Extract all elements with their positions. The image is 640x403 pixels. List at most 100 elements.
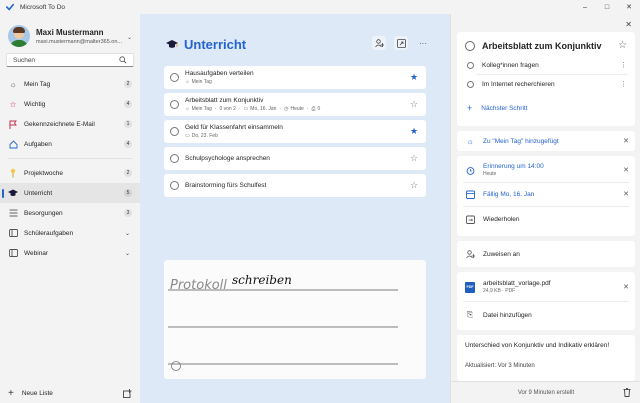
count-badge: 1 — [124, 120, 132, 128]
attachment-icon: ⎙ — [311, 106, 316, 112]
sidebar-item-mein-tag[interactable]: ☼ Mein Tag 2 — [0, 74, 140, 94]
chevron-down-icon[interactable]: ⌄ — [127, 34, 132, 41]
sidebar-item-aufgaben[interactable]: Aufgaben 4 — [0, 134, 140, 154]
plus-icon: + — [467, 103, 473, 113]
avatar — [8, 25, 30, 47]
sun-icon: ☼ — [466, 136, 474, 146]
sidebar-group-webinar[interactable]: Webinar ⌄ — [0, 243, 140, 263]
trash-icon[interactable] — [623, 388, 631, 397]
importance-star-icon[interactable]: ☆ — [618, 40, 627, 51]
complete-checkbox[interactable] — [170, 100, 179, 109]
alarm-clock-icon — [465, 165, 475, 175]
step-checkbox[interactable] — [467, 61, 474, 69]
step-item[interactable]: Kolleg*innen fragen ⋮ — [465, 57, 627, 73]
repeat-icon — [465, 214, 475, 224]
count-badge: 3 — [124, 209, 132, 217]
remove-icon[interactable]: ✕ — [623, 190, 629, 198]
close-icon[interactable]: ✕ — [625, 20, 632, 29]
sidebar-divider — [8, 158, 132, 159]
task-details-card: Arbeitsblatt zum Konjunktiv ☆ Kolleg*inn… — [457, 32, 635, 126]
importance-star-icon[interactable]: ☆ — [408, 99, 420, 110]
list-title[interactable]: Unterricht — [184, 37, 246, 52]
task-row[interactable]: Geld für Klassenfahrt einsammeln ▭ Do, 23… — [164, 120, 426, 143]
sidebar-item-wichtig[interactable]: ☆ Wichtig 4 — [0, 94, 140, 114]
app-title: Microsoft To Do — [20, 3, 66, 11]
share-list-button[interactable] — [372, 36, 386, 50]
detail-title[interactable]: Arbeitsblatt zum Konjunktiv — [482, 41, 618, 51]
notes-canvas[interactable]: Protokoll schreiben — [164, 260, 426, 379]
note-card[interactable]: Unterschied von Konjunktiv und Indikativ… — [457, 335, 635, 381]
count-badge: 2 — [124, 169, 132, 177]
pdf-file-icon: PDF — [465, 281, 475, 293]
updated-text: Aktualisiert: Vor 3 Minuten — [465, 363, 535, 369]
complete-checkbox[interactable] — [465, 40, 475, 51]
main-panel: Unterricht ··· Hausaufgaben verteilen ☼ M… — [140, 14, 450, 403]
profile-email: maxi.mustermann@malter365.on... — [36, 38, 122, 45]
expand-icon — [396, 38, 406, 48]
chevron-down-icon[interactable]: ⌄ — [125, 250, 130, 257]
my-day-card[interactable]: ☼ Zu "Mein Tag" hinzugefügt ✕ — [457, 131, 635, 151]
task-row[interactable]: Hausaufgaben verteilen ☼ Mein Tag ★ — [164, 66, 426, 89]
more-vertical-icon[interactable]: ⋮ — [620, 80, 627, 88]
reminder-row[interactable]: Erinnerung um 14:00 Heute ✕ — [465, 161, 629, 179]
chevron-down-icon[interactable]: ⌄ — [125, 230, 130, 237]
sun-icon: ☼ — [185, 106, 190, 112]
new-list-button[interactable]: + Neue Liste — [8, 386, 132, 400]
task-row-selected[interactable]: Arbeitsblatt zum Konjunktiv ☼ Mein Tag · 0… — [164, 93, 426, 116]
sidebar-group-schueleraufgaben[interactable]: Schüleraufgaben ⌄ — [0, 223, 140, 243]
profile[interactable]: Maxi Mustermann maxi.mustermann@malter36… — [8, 20, 132, 52]
group-icon — [8, 248, 18, 258]
complete-checkbox[interactable] — [170, 127, 179, 136]
todo-logo-icon — [6, 3, 14, 11]
sidebar-item-gekennzeichnete-email[interactable]: Gekennzeichnete E-Mail 1 — [0, 114, 140, 134]
step-item[interactable]: Im Internet recherchieren ⋮ — [465, 76, 627, 92]
search-icon[interactable] — [119, 56, 127, 64]
handwriting-canvas[interactable]: Protokoll schreiben — [164, 260, 426, 379]
repeat-row[interactable]: Wiederholen — [465, 212, 629, 226]
close-window-button[interactable]: ✕ — [618, 0, 640, 14]
importance-star-icon[interactable]: ☆ — [408, 180, 420, 191]
assign-card[interactable]: Zuweisen an — [457, 241, 635, 267]
task-row[interactable]: Brainstorming fürs Schulfest ☆ — [164, 174, 426, 197]
created-text: Vor 9 Minuten erstellt — [517, 389, 575, 396]
count-badge: 5 — [124, 189, 132, 197]
detail-footer: Vor 9 Minuten erstellt — [451, 381, 640, 403]
importance-star-icon[interactable]: ★ — [408, 72, 420, 83]
search-input[interactable]: Suchen — [13, 57, 119, 64]
importance-star-icon[interactable]: ☆ — [408, 153, 420, 164]
paperclip-icon: ⎘ — [466, 310, 474, 319]
attached-file[interactable]: PDF arbeitsblatt_vorlage.pdf 24,9 KB · P… — [465, 277, 629, 297]
complete-checkbox[interactable] — [170, 181, 179, 190]
add-file-button[interactable]: ⎘ Datei hinzufügen — [465, 308, 629, 322]
complete-checkbox[interactable] — [170, 154, 179, 163]
count-badge: 4 — [124, 140, 132, 148]
remove-icon[interactable]: ✕ — [623, 283, 629, 291]
note-text[interactable]: Unterschied von Konjunktiv und Indikativ… — [465, 342, 609, 349]
more-vertical-icon[interactable]: ⋮ — [620, 61, 627, 69]
new-group-icon[interactable] — [123, 388, 132, 398]
more-options-icon[interactable]: ··· — [416, 36, 430, 50]
add-step-button[interactable]: + Nächster Schritt — [467, 103, 528, 113]
calendar-icon: ▭ — [243, 106, 249, 112]
suggestions-button[interactable] — [394, 36, 408, 50]
person-add-icon — [374, 38, 384, 47]
maximize-button[interactable]: □ — [596, 0, 618, 14]
complete-checkbox[interactable] — [170, 73, 179, 82]
sun-icon: ☼ — [185, 79, 190, 85]
sidebar-item-besorgungen[interactable]: Besorgungen 3 — [0, 203, 140, 223]
title-bar: Microsoft To Do – □ ✕ — [0, 0, 640, 14]
importance-star-icon[interactable]: ★ — [408, 126, 420, 137]
sidebar-item-projektwoche[interactable]: Projektwoche 2 — [0, 163, 140, 183]
step-checkbox[interactable] — [467, 80, 474, 88]
minimize-button[interactable]: – — [574, 0, 596, 14]
star-icon: ☆ — [9, 99, 17, 109]
due-date-row[interactable]: Fällig Mo, 16. Jan ✕ — [465, 187, 629, 201]
remove-icon[interactable]: ✕ — [623, 137, 629, 145]
list-actions: ··· — [364, 36, 430, 50]
sidebar: Maxi Mustermann maxi.mustermann@malter36… — [0, 14, 140, 403]
sidebar-item-unterricht[interactable]: Unterricht 5 — [0, 183, 140, 203]
search-box[interactable]: Suchen — [6, 53, 134, 67]
task-row[interactable]: Schulpsychologe ansprechen ☆ — [164, 147, 426, 170]
graduation-cap-icon — [8, 188, 18, 198]
remove-icon[interactable]: ✕ — [623, 166, 629, 174]
